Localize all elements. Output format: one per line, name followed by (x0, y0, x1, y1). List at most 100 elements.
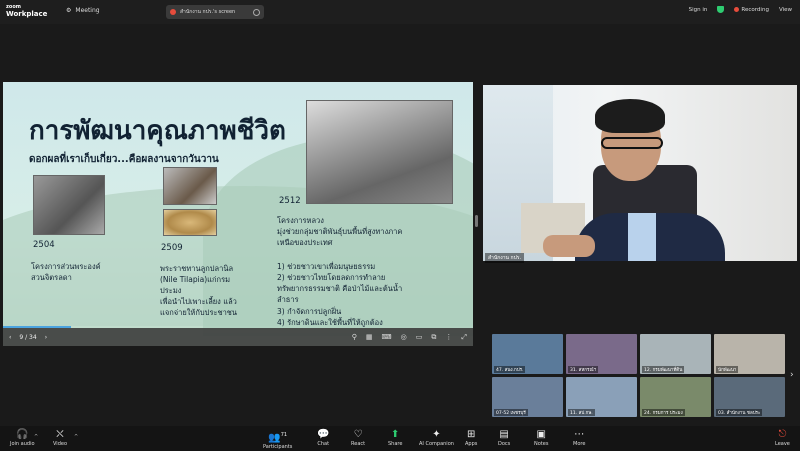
historic-photo (163, 167, 217, 205)
recording-label: Recording (741, 6, 769, 13)
participant-name: 07-52 เพชรบุรี (494, 409, 528, 416)
docs-icon: ▤ (499, 429, 509, 440)
view-button[interactable]: View (779, 7, 792, 13)
participant-tile[interactable]: 47. สนง.กปร. (492, 334, 563, 374)
zoom-icon[interactable]: ⚲ (352, 333, 357, 342)
apps-label: Apps (465, 441, 478, 447)
next-slide-button[interactable]: › (45, 334, 47, 341)
participant-name: นักพัฒนา (716, 366, 739, 373)
historic-photo (33, 175, 105, 235)
slide-text: เพื่อนำไปเพาะเลี้ยง แล้ว (160, 297, 237, 306)
participant-tile[interactable]: นักพัฒนา (714, 334, 785, 374)
slide-text: 4) รักษาดินและใช้พื้นที่ให้ถูกต้อง (277, 318, 383, 327)
docs-label: Docs (498, 441, 511, 447)
apps-button[interactable]: ⊞ Apps (465, 429, 477, 447)
speaker-shirt (628, 213, 656, 261)
hillside-photo (306, 100, 453, 204)
slide-text: 1) ช่วยชาวเขาเพื่อมนุษยธรรม (277, 262, 376, 271)
chevron-up-icon[interactable]: ^ (34, 434, 38, 440)
slide-text: (Nile Tilapia)แก่กรม (160, 275, 231, 284)
participant-tile[interactable]: 07-52 เพชรบุรี (492, 377, 563, 417)
notes-button[interactable]: ▣ Notes (534, 429, 548, 447)
participant-name: 03. สำนักงาน ชลประ (716, 409, 763, 416)
shared-slide: การพัฒนาคุณภาพชีวิต ดอกผลที่เราเก็บเกี่ย… (3, 82, 473, 346)
keyboard-icon[interactable]: ⌨ (382, 333, 392, 342)
chat-icon: 💬 (317, 429, 330, 440)
bottom-toolbar: 🎧 Join audio ^ ⛌ Video ^ 👥71 Participant… (0, 426, 800, 451)
share-button[interactable]: ⬆ Share (388, 429, 402, 447)
info-icon[interactable] (253, 8, 260, 16)
slide-page-indicator: 9 / 34 (19, 333, 37, 341)
headphones-icon: 🎧 (16, 429, 29, 440)
slide-text: เหนือของประเทศ (277, 238, 333, 247)
slide-text: ทรัพยากรธรรมชาติ คือป่าไม้และต้นน้ำ (277, 284, 403, 293)
fullscreen-icon[interactable]: ⤢ (461, 333, 467, 342)
notes-icon: ▣ (536, 429, 546, 440)
shared-screen-tab[interactable]: สำนักงาน กปร.'s screen (166, 5, 264, 19)
video-label: Video (53, 441, 68, 447)
recording-indicator[interactable]: Recording (734, 7, 769, 13)
more-icon: ⋯ (574, 429, 585, 440)
gear-icon: ⚙ (66, 7, 72, 14)
broadcast-icon[interactable]: ◎ (401, 333, 407, 342)
participant-name: 24. กรมการ ประมง (642, 409, 685, 416)
year-label: 2512 (279, 196, 301, 206)
year-label: 2504 (33, 240, 55, 250)
participants-icon: 👥71 (268, 432, 288, 444)
more-icon[interactable]: ⋮ (445, 333, 452, 342)
more-label: More (573, 441, 586, 447)
speaker-video[interactable] (483, 85, 797, 261)
participant-name: 11. สป.กษ. (568, 409, 595, 416)
meeting-button[interactable]: ⚙ Meeting (66, 7, 100, 14)
resize-handle[interactable] (475, 215, 478, 227)
share-icon: ⬆ (391, 429, 400, 440)
participants-button[interactable]: 👥71 Participants (263, 429, 292, 450)
react-button[interactable]: ♡ React (351, 429, 365, 447)
participant-tile[interactable]: 11. สป.กษ. (566, 377, 637, 417)
prev-slide-button[interactable]: ‹ (9, 334, 11, 341)
docs-button[interactable]: ▤ Docs (498, 429, 510, 447)
chat-label: Chat (317, 441, 330, 447)
react-label: React (351, 441, 366, 447)
slide-text: โครงการส่วนพระองค์ (31, 262, 101, 271)
leave-icon: ⎋ (778, 429, 787, 440)
ai-companion-label: AI Companion (419, 441, 454, 447)
slide-toolbar: ‹ 9 / 34 › ⚲ ▦ ⌨ ◎ ▭ ⧉ ⋮ ⤢ (3, 328, 473, 346)
leave-button[interactable]: ⎋ Leave (775, 429, 790, 447)
sparkle-icon: ✦ (432, 429, 441, 440)
gallery-next-icon[interactable]: › (790, 370, 794, 380)
join-audio-label: Join audio (10, 441, 35, 447)
slide-text: 3) กำจัดการปลูกฝิ่น (277, 307, 342, 316)
video-button[interactable]: ⛌ Video (53, 429, 67, 447)
popout-icon[interactable]: ⧉ (431, 333, 436, 342)
chevron-up-icon[interactable]: ^ (74, 434, 78, 440)
participants-label: Participants (263, 444, 293, 451)
shield-icon[interactable] (717, 6, 725, 13)
zoom-logo: zoom Workplace (6, 4, 47, 18)
participant-tile[interactable]: 03. สำนักงาน ชลประ (714, 377, 785, 417)
ai-companion-button[interactable]: ✦ AI Companion (419, 429, 454, 447)
share-label: Share (388, 441, 403, 447)
slide-text: มุ่งช่วยกลุ่มชาติพันธุ์บนพื้นที่สูงทางภา… (277, 227, 403, 236)
participant-gallery: 47. สนง.กปร. 31. สหกรณ์ฯ 12. กรมพัฒนาที่… (492, 334, 788, 418)
fish-photo (163, 209, 217, 236)
join-audio-button[interactable]: 🎧 Join audio (10, 429, 35, 447)
speaker-hand (543, 235, 595, 257)
slide-text: ประมง (160, 286, 182, 295)
grid-icon[interactable]: ▦ (366, 333, 373, 342)
meeting-label: Meeting (75, 7, 100, 14)
video-off-icon: ⛌ (56, 429, 64, 440)
participant-tile[interactable]: 31. สหกรณ์ฯ (566, 334, 637, 374)
participant-tile[interactable]: 12. กรมพัฒนาที่ดิน (640, 334, 711, 374)
slide-text: ลำธาร (277, 295, 299, 304)
notes-label: Notes (534, 441, 549, 447)
participant-tile[interactable]: 24. กรมการ ประมง (640, 377, 711, 417)
speaker-name-tag: สำนักงาน กปร. (485, 253, 525, 263)
apps-icon: ⊞ (466, 429, 476, 440)
chat-button[interactable]: 💬 Chat (317, 429, 329, 447)
captions-icon[interactable]: ▭ (416, 333, 423, 342)
recording-dot-icon (734, 7, 740, 12)
more-button[interactable]: ⋯ More (573, 429, 585, 447)
signin-button[interactable]: Sign in (689, 7, 708, 13)
slide-text: แจกจ่ายให้กับประชาชน (160, 308, 238, 317)
